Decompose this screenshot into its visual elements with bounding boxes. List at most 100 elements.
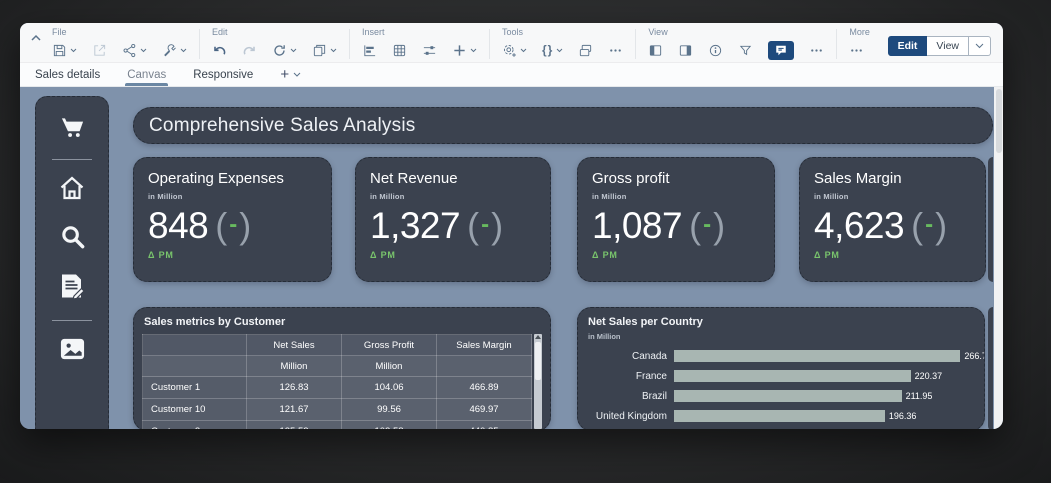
tab-label: Responsive [193,68,254,81]
kpi-tile-net-revenue[interactable]: Net Revenue in Million 1,327 (-) Δ PM [355,157,551,282]
row-label-cell[interactable]: Customer 10 [142,398,247,421]
edit-mode-button[interactable]: Edit [887,35,928,56]
page-tabbar: Sales details Canvas Responsive + [20,63,1003,87]
variance-dash: - [229,211,238,238]
table-scrollbar[interactable] [534,334,542,429]
kpi-tile-operating-expenses[interactable]: Operating Expenses in Million 848 (-) Δ P… [133,157,332,282]
variance-dash: - [703,211,712,238]
table-icon[interactable] [392,43,407,58]
data-cell[interactable]: 440.85 [436,420,532,429]
collapse-toolbar-button[interactable] [30,29,42,47]
bar-track: 266.73 [674,350,984,362]
column-subheader[interactable] [142,355,247,377]
gear-icon[interactable] [502,43,527,58]
kpi-unit: in Million [148,192,183,201]
filter-icon[interactable] [738,43,753,58]
chart-subtitle: in Million [588,332,621,341]
tab-responsive[interactable]: Responsive [193,63,253,86]
home-icon[interactable] [58,174,86,207]
column-header[interactable] [142,334,247,356]
scrollbar-thumb[interactable] [535,342,541,380]
variance-paren: ) [935,205,948,246]
overflow-icon[interactable] [809,43,824,58]
canvas-scrollbar[interactable] [994,87,1003,429]
bar[interactable] [674,390,902,402]
toolbar-separator [836,29,838,59]
variance-paren: ( [215,205,228,246]
scroll-up-icon[interactable] [535,335,541,339]
data-cell[interactable]: 99.56 [341,398,437,421]
kpi-title: Net Revenue [370,170,458,187]
kpi-value: 848 [148,205,209,246]
column-subheader[interactable] [436,355,532,377]
overflow-icon[interactable] [849,43,864,58]
overflow-icon[interactable] [608,43,623,58]
image-icon[interactable] [59,337,86,366]
group-label: Insert [362,27,385,37]
data-cell[interactable]: 125.53 [246,420,342,429]
save-icon[interactable] [52,43,77,58]
view-mode-button[interactable]: View [927,35,969,56]
column-subheader[interactable]: Million [246,355,342,377]
left-panel-icon[interactable] [648,43,663,58]
script-braces-icon[interactable]: {} [542,43,563,57]
bar-row: Brazil 211.95 [588,386,980,406]
sidebar-divider [52,320,92,321]
data-cell[interactable]: 126.83 [246,376,342,399]
compose-icon[interactable] [59,272,85,305]
comment-icon[interactable] [768,40,795,60]
undo-icon[interactable] [212,43,227,58]
column-subheader[interactable]: Million [341,355,437,377]
wrench-icon[interactable] [162,43,187,58]
chart-icon[interactable] [362,43,377,58]
table-row: Customer 2125.53102.58440.85 [142,420,532,429]
tab-label: Canvas [127,68,167,81]
country-bar-chart-widget[interactable]: Net Sales per Country in Million Canada 2… [577,307,985,429]
mode-dropdown-button[interactable] [969,35,991,56]
data-cell[interactable]: 104.06 [341,376,437,399]
tab-sales-details[interactable]: Sales details [35,63,100,86]
row-label-cell[interactable]: Customer 1 [142,376,247,399]
bar[interactable] [674,370,911,382]
data-cell[interactable]: 469.97 [436,398,532,421]
kpi-tile-sales-margin[interactable]: Sales Margin in Million 4,623 (-) Δ PM [799,157,986,282]
add-icon[interactable] [452,43,477,58]
bar[interactable] [674,410,885,422]
bar-track: 196.36 [674,410,980,422]
variance-paren: ( [467,205,480,246]
kpi-tile-gross-profit[interactable]: Gross profit in Million 1,087 (-) Δ PM [577,157,775,282]
customer-table-widget[interactable]: Sales metrics by Customer Net Sales Gross… [133,307,551,429]
right-panel-icon[interactable] [678,43,693,58]
row-label-cell[interactable]: Customer 2 [142,420,247,429]
story-canvas: Comprehensive Sales Analysis Operating E… [20,87,1003,429]
kpi-value: 1,327 [370,205,461,246]
input-control-icon[interactable] [422,43,437,58]
data-cell[interactable]: 102.58 [341,420,437,429]
toolbar-group-tools: Tools {} [502,27,623,60]
add-page-button[interactable]: + [280,63,301,86]
kpi-delta: Δ PM [370,250,396,260]
share-icon[interactable] [122,43,147,58]
page-title[interactable]: Comprehensive Sales Analysis [133,107,993,144]
scrollbar-thumb[interactable] [995,89,1002,153]
data-cell[interactable]: 466.89 [436,376,532,399]
shopping-cart-icon[interactable] [59,114,86,146]
info-icon[interactable] [708,43,723,58]
kpi-delta: Δ PM [814,250,840,260]
column-header[interactable]: Net Sales [246,334,342,356]
duplicate-icon[interactable] [578,43,593,58]
kpi-unit: in Million [370,192,405,201]
variance-paren: ( [689,205,702,246]
column-header[interactable]: Gross Profit [341,334,437,356]
bar[interactable] [674,350,961,362]
search-icon[interactable] [59,223,86,255]
column-header[interactable]: Sales Margin [436,334,532,356]
group-label: View [648,27,668,37]
refresh-icon[interactable] [272,43,297,58]
data-cell[interactable]: 121.67 [246,398,342,421]
app-window: File Edit Insert Tools {} View More Edit… [20,23,1003,429]
variance-dash: - [481,211,490,238]
tab-canvas[interactable]: Canvas [125,63,169,86]
group-label: More [849,27,870,37]
copy-pages-icon[interactable] [312,43,337,58]
